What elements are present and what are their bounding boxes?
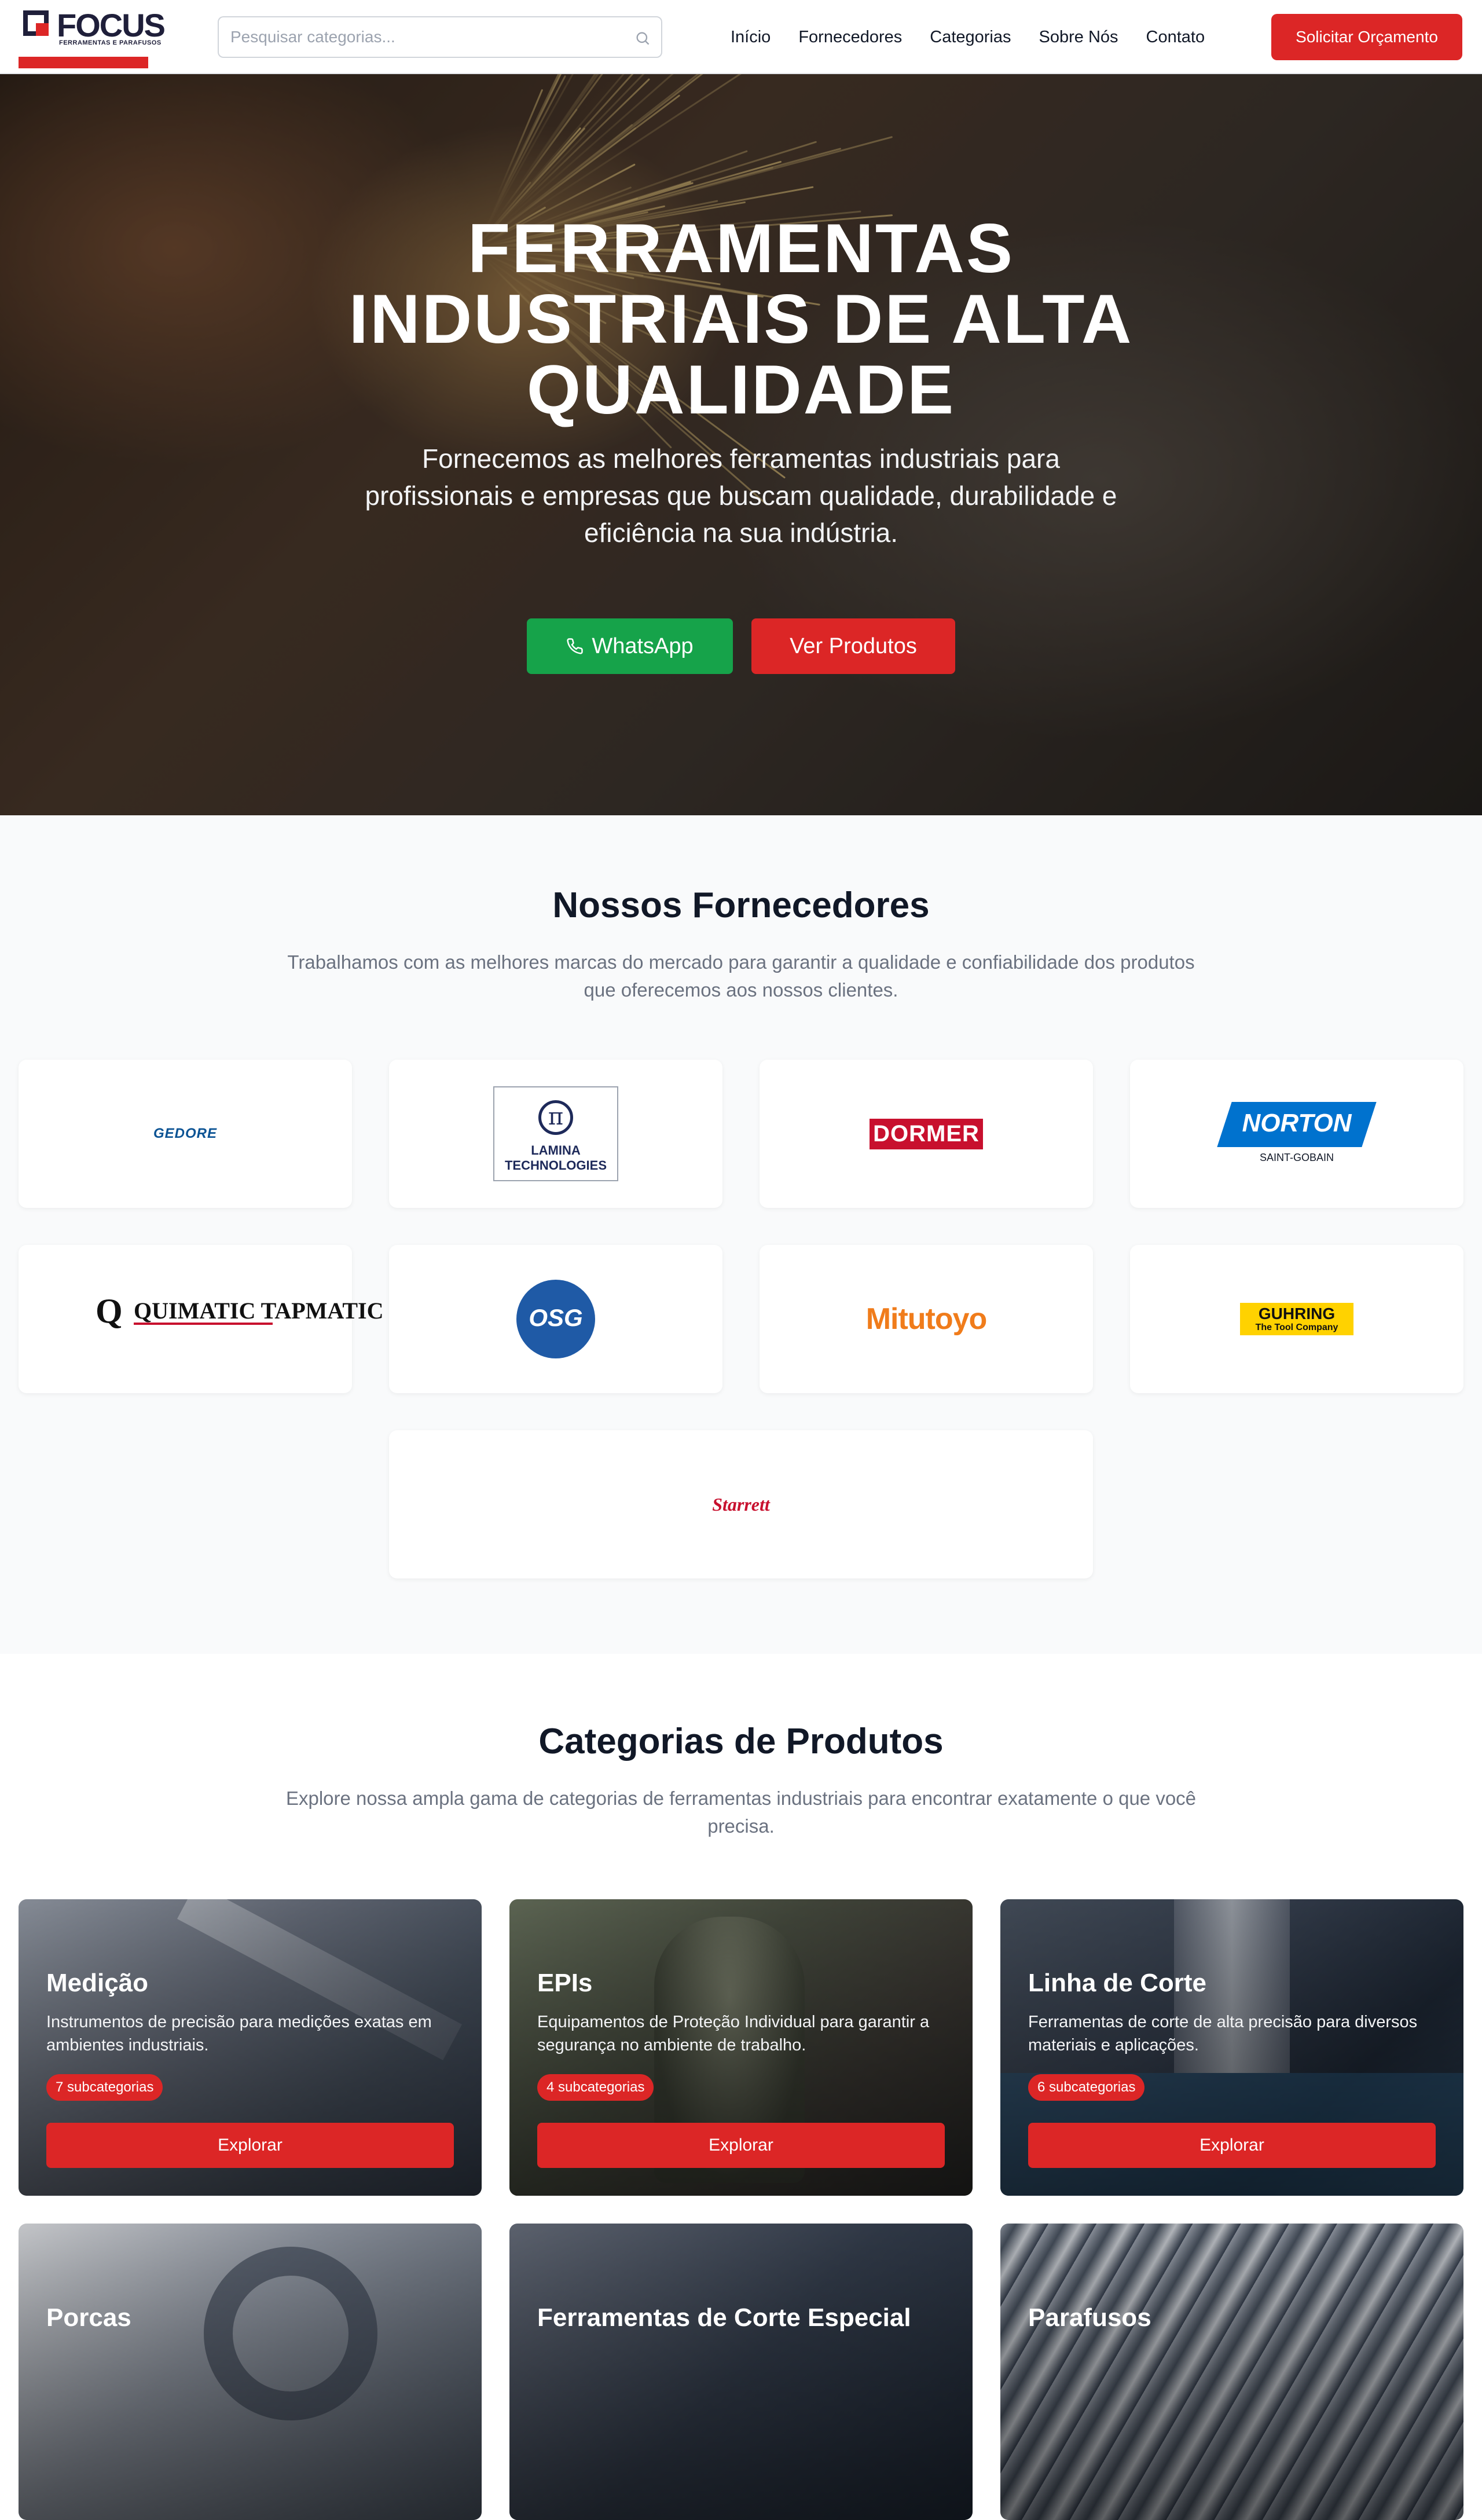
- explore-button[interactable]: Explorar: [537, 2123, 945, 2168]
- nav-sobre-nos[interactable]: Sobre Nós: [1039, 28, 1118, 47]
- category-name: Parafusos: [1028, 2303, 1151, 2332]
- request-quote-button[interactable]: Solicitar Orçamento: [1271, 14, 1462, 60]
- categories-section: Categorias de Produtos Explore nossa amp…: [0, 1654, 1482, 2520]
- suppliers-description: Trabalhamos com as melhores marcas do me…: [287, 951, 1195, 1001]
- focus-logo[interactable]: FOCUS FERRAMENTAS E PARAFUSOS: [19, 7, 166, 69]
- mitutoyo-logo: Mitutoyo: [865, 1302, 988, 1336]
- explore-button[interactable]: Explorar: [46, 2123, 454, 2168]
- hero-title: FERRAMENTAS INDUSTRIAIS DE ALTA QUALIDAD…: [349, 210, 1133, 428]
- search-input[interactable]: [230, 25, 624, 49]
- suppliers-section: Nossos Fornecedores Trabalhamos com as m…: [0, 815, 1482, 1654]
- category-card-medicao[interactable]: Medição Instrumentos de precisão para me…: [19, 1899, 482, 2196]
- supplier-card-lamina[interactable]: π LAMINA TECHNOLOGIES: [389, 1060, 722, 1208]
- logo-subtitle: FERRAMENTAS E PARAFUSOS: [59, 39, 162, 46]
- explore-button[interactable]: Explorar: [1028, 2123, 1436, 2168]
- categories-title: Categorias de Produtos: [538, 1721, 944, 1761]
- category-description: Instrumentos de precisão para medições e…: [46, 2013, 432, 2054]
- card-shade: [509, 2224, 973, 2520]
- lamina-text: LAMINA TECHNOLOGIES: [504, 1143, 607, 1173]
- category-name: Linha de Corte: [1028, 1969, 1207, 1997]
- category-card-linha-de-corte[interactable]: Linha de Corte Ferramentas de corte de a…: [1000, 1899, 1463, 2196]
- supplier-card-norton[interactable]: NORTON SAINT-GOBAIN: [1130, 1060, 1463, 1208]
- category-name: Ferramentas de Corte Especial: [537, 2303, 911, 2332]
- category-description: Equipamentos de Proteção Individual para…: [537, 2013, 930, 2054]
- category-card-ferramentas-corte-especial[interactable]: Ferramentas de Corte Especial: [509, 2224, 973, 2520]
- category-name: Porcas: [46, 2303, 131, 2332]
- card-shade: [19, 2224, 482, 2520]
- hero-section: FERRAMENTAS INDUSTRIAIS DE ALTA QUALIDAD…: [0, 74, 1482, 815]
- quimatic-q: Q: [96, 1292, 123, 1330]
- subcategory-badge: 6 subcategorias: [1028, 2074, 1145, 2101]
- hero-subtitle: Fornecemos as melhores ferramentas indus…: [365, 444, 1117, 548]
- dormer-logo: DORMER: [870, 1118, 983, 1149]
- logo-mark: [23, 10, 49, 36]
- logo-bar: [19, 57, 148, 68]
- whatsapp-button[interactable]: WhatsApp: [527, 618, 733, 674]
- category-name: EPIs: [537, 1969, 593, 1997]
- starrett-logo: Starrett: [712, 1493, 770, 1515]
- category-name: Medição: [46, 1969, 149, 1997]
- supplier-card-gedore[interactable]: GEDORE: [19, 1060, 352, 1208]
- category-card-epis[interactable]: EPIs Equipamentos de Proteção Individual…: [509, 1899, 973, 2196]
- lamina-logo: π LAMINA TECHNOLOGIES: [493, 1086, 618, 1181]
- supplier-card-quimatic[interactable]: Q QUIMATIC TAPMATIC: [19, 1245, 384, 1393]
- norton-text: NORTON: [1242, 1109, 1352, 1137]
- guhring-logo: GUHRING The Tool Company: [1240, 1303, 1353, 1335]
- supplier-card-guhring[interactable]: GUHRING The Tool Company: [1130, 1245, 1463, 1393]
- nav-fornecedores[interactable]: Fornecedores: [798, 28, 902, 47]
- osg-text: OSG: [529, 1304, 583, 1331]
- guhring-text: GUHRING: [1258, 1305, 1336, 1323]
- main-nav: Início Fornecedores Categorias Sobre Nós…: [731, 0, 1205, 74]
- supplier-card-osg[interactable]: OSG: [389, 1245, 722, 1393]
- pi-icon: π: [538, 1100, 573, 1135]
- guhring-sub: The Tool Company: [1255, 1323, 1338, 1332]
- view-products-button[interactable]: Ver Produtos: [751, 618, 955, 674]
- osg-logo: OSG: [516, 1280, 595, 1358]
- quimatic-text: QUIMATIC TAPMATIC: [134, 1298, 384, 1324]
- categories-description: Explore nossa ampla gama de categorias d…: [285, 1788, 1197, 1837]
- supplier-card-mitutoyo[interactable]: Mitutoyo: [760, 1245, 1093, 1393]
- supplier-card-dormer[interactable]: DORMER: [760, 1060, 1093, 1208]
- gedore-logo: GEDORE: [153, 1126, 217, 1141]
- quimatic-logo: Q QUIMATIC TAPMATIC: [96, 1291, 384, 1347]
- category-card-parafusos[interactable]: Parafusos: [1000, 2224, 1463, 2520]
- nav-categorias[interactable]: Categorias: [930, 28, 1011, 47]
- norton-logo: NORTON SAINT-GOBAIN: [1217, 1102, 1377, 1166]
- card-shade: [1000, 2224, 1463, 2520]
- site-header: FOCUS FERRAMENTAS E PARAFUSOS Início For…: [0, 0, 1482, 74]
- logo-text: FOCUS: [57, 7, 166, 43]
- subcategory-badge: 7 subcategorias: [46, 2074, 163, 2101]
- search-box: [218, 16, 662, 58]
- category-card-porcas[interactable]: Porcas: [19, 2224, 482, 2520]
- category-description: Ferramentas de corte de alta precisão pa…: [1028, 2013, 1418, 2054]
- whatsapp-label: WhatsApp: [592, 633, 694, 658]
- nav-inicio[interactable]: Início: [731, 28, 771, 47]
- norton-sub: SAINT-GOBAIN: [1259, 1152, 1334, 1163]
- quimatic-rule: [134, 1323, 273, 1325]
- supplier-card-starrett[interactable]: Starrett: [389, 1430, 1093, 1578]
- suppliers-title: Nossos Fornecedores: [552, 885, 930, 925]
- nav-contato[interactable]: Contato: [1146, 28, 1205, 47]
- subcategory-badge: 4 subcategorias: [537, 2074, 654, 2101]
- phone-icon: [567, 638, 584, 654]
- search-icon[interactable]: [634, 30, 651, 46]
